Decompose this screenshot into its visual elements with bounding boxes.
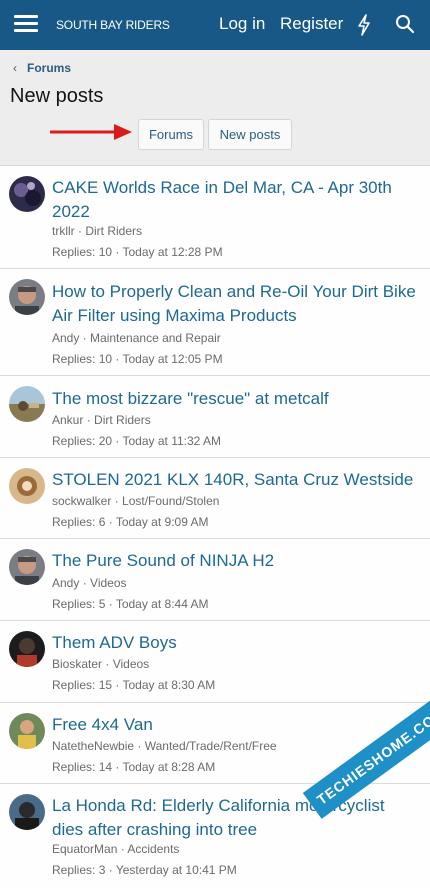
avatar[interactable] (9, 549, 45, 585)
thread-forum[interactable]: Videos (90, 576, 126, 590)
thread-time[interactable]: Today at 8:28 AM (123, 760, 216, 774)
thread-author[interactable]: Ankur (52, 413, 83, 427)
thread-time[interactable]: Today at 8:44 AM (116, 597, 209, 611)
avatar[interactable] (9, 176, 45, 212)
thread-stats: Replies: 6 · Today at 9:09 AM (52, 515, 209, 529)
thread-row: CAKE Worlds Race in Del Mar, CA - Apr 30… (0, 167, 430, 269)
avatar[interactable] (9, 279, 45, 315)
breadcrumb[interactable]: ‹ Forums (13, 61, 71, 75)
thread-time[interactable]: Yesterday at 10:41 PM (116, 863, 237, 877)
thread-time[interactable]: Today at 9:09 AM (116, 515, 209, 529)
thread-meta: Bioskater · Videos (52, 657, 150, 671)
hamburger-icon[interactable] (12, 13, 40, 35)
thread-author[interactable]: Bioskater (52, 657, 102, 671)
new-posts-filter-button[interactable]: New posts (208, 119, 292, 150)
thread-meta: sockwalker · Lost/Found/Stolen (52, 494, 220, 508)
reply-count: Replies: 10 (52, 352, 113, 366)
search-icon[interactable] (395, 14, 415, 34)
thread-author[interactable]: NatetheNewbie (52, 739, 134, 753)
thread-title-link[interactable]: La Honda Rd: Elderly California motorcyc… (52, 794, 418, 842)
thread-time[interactable]: Today at 8:30 AM (123, 678, 216, 692)
thread-row: How to Properly Clean and Re-Oil Your Di… (0, 270, 430, 376)
top-navigation-bar: SOUTH BAY RIDERS Log in Register (0, 0, 430, 50)
avatar[interactable] (9, 386, 45, 422)
red-arrow-annotation (50, 124, 132, 140)
site-title[interactable]: SOUTH BAY RIDERS (56, 18, 170, 32)
reply-count: Replies: 20 (52, 434, 113, 448)
page-header: ‹ Forums New posts Forums New posts (0, 50, 430, 166)
thread-stats: Replies: 15 · Today at 8:30 AM (52, 678, 216, 692)
thread-forum[interactable]: Maintenance and Repair (90, 331, 221, 345)
login-link[interactable]: Log in (219, 14, 265, 34)
thread-meta: Andy · Videos (52, 576, 127, 590)
thread-meta: trkllr · Dirt Riders (52, 224, 143, 238)
reply-count: Replies: 6 (52, 515, 106, 529)
thread-title-link[interactable]: The most bizzare "rescue" at metcalf (52, 387, 418, 411)
register-link[interactable]: Register (280, 14, 343, 34)
thread-meta: NatetheNewbie · Wanted/Trade/Rent/Free (52, 739, 277, 753)
thread-stats: Replies: 5 · Today at 8:44 AM (52, 597, 209, 611)
bolt-icon[interactable] (356, 14, 372, 36)
avatar[interactable] (9, 468, 45, 504)
thread-author[interactable]: Andy (52, 576, 79, 590)
reply-count: Replies: 14 (52, 760, 113, 774)
reply-count: Replies: 3 (52, 863, 106, 877)
chevron-left-icon: ‹ (13, 61, 17, 75)
thread-author[interactable]: EquatorMan (52, 842, 117, 856)
thread-time[interactable]: Today at 11:32 AM (123, 434, 222, 448)
thread-title-link[interactable]: CAKE Worlds Race in Del Mar, CA - Apr 30… (52, 176, 418, 224)
thread-author[interactable]: trkllr (52, 224, 75, 238)
thread-meta: EquatorMan · Accidents (52, 842, 180, 856)
thread-stats: Replies: 20 · Today at 11:32 AM (52, 434, 222, 448)
thread-author[interactable]: Andy (52, 331, 79, 345)
reply-count: Replies: 10 (52, 245, 113, 259)
breadcrumb-forums-link[interactable]: Forums (27, 61, 71, 75)
avatar[interactable] (9, 713, 45, 749)
thread-row: The Pure Sound of NINJA H2 Andy · Videos… (0, 540, 430, 621)
reply-count: Replies: 5 (52, 597, 106, 611)
thread-stats: Replies: 3 · Yesterday at 10:41 PM (52, 863, 237, 877)
thread-forum[interactable]: Lost/Found/Stolen (122, 494, 219, 508)
thread-row: STOLEN 2021 KLX 140R, Santa Cruz Westsid… (0, 459, 430, 539)
thread-meta: Ankur · Dirt Riders (52, 413, 151, 427)
thread-title-link[interactable]: Free 4x4 Van (52, 713, 418, 737)
thread-title-link[interactable]: How to Properly Clean and Re-Oil Your Di… (52, 280, 418, 328)
thread-forum[interactable]: Dirt Riders (85, 224, 142, 238)
thread-row: The most bizzare "rescue" at metcalf Ank… (0, 377, 430, 458)
forums-filter-button[interactable]: Forums (138, 119, 204, 150)
thread-time[interactable]: Today at 12:05 PM (123, 352, 223, 366)
thread-forum[interactable]: Videos (113, 657, 149, 671)
thread-stats: Replies: 10 · Today at 12:05 PM (52, 352, 223, 366)
thread-title-link[interactable]: The Pure Sound of NINJA H2 (52, 549, 418, 573)
thread-title-link[interactable]: Them ADV Boys (52, 631, 418, 655)
thread-stats: Replies: 10 · Today at 12:28 PM (52, 245, 223, 259)
reply-count: Replies: 15 (52, 678, 113, 692)
thread-forum[interactable]: Accidents (127, 842, 179, 856)
avatar[interactable] (9, 794, 45, 830)
thread-stats: Replies: 14 · Today at 8:28 AM (52, 760, 216, 774)
thread-author[interactable]: sockwalker (52, 494, 111, 508)
thread-title-link[interactable]: STOLEN 2021 KLX 140R, Santa Cruz Westsid… (52, 468, 418, 492)
avatar[interactable] (9, 631, 45, 667)
page-title: New posts (10, 85, 104, 107)
thread-forum[interactable]: Wanted/Trade/Rent/Free (145, 739, 277, 753)
thread-row: La Honda Rd: Elderly California motorcyc… (0, 785, 430, 888)
thread-row: Them ADV Boys Bioskater · Videos Replies… (0, 622, 430, 703)
thread-meta: Andy · Maintenance and Repair (52, 331, 221, 345)
thread-forum[interactable]: Dirt Riders (94, 413, 151, 427)
thread-time[interactable]: Today at 12:28 PM (123, 245, 223, 259)
